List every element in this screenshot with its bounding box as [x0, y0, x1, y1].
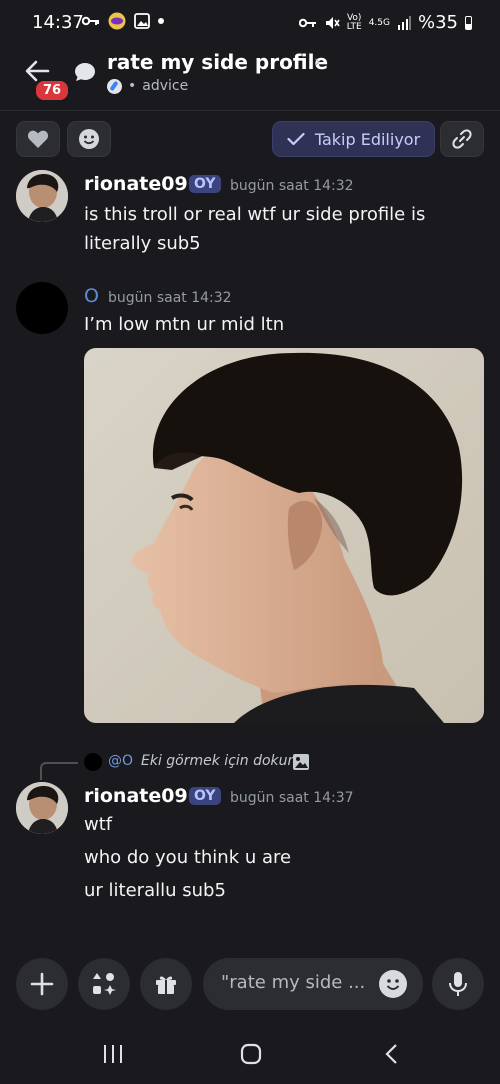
network-type: 4.5G [368, 17, 390, 28]
copy-link-button[interactable] [440, 121, 484, 157]
dot-icon [158, 18, 164, 24]
battery-percent: %35 [417, 12, 458, 33]
channel-header: 76 rate my side profile › • advice [0, 46, 500, 110]
reply-author: @O [108, 753, 134, 769]
apps-button[interactable] [78, 958, 130, 1010]
avatar[interactable] [16, 282, 68, 334]
following-label: Takip Ediliyor [314, 129, 421, 149]
gift-button[interactable] [140, 958, 192, 1010]
plus-icon [30, 972, 54, 996]
signal-icon [397, 15, 411, 30]
status-left-icons [82, 12, 164, 30]
vpn-key-icon [298, 18, 316, 27]
channel-subtitle: • advice [107, 78, 188, 94]
message-line: I’m low mtn ur mid ltn [84, 314, 285, 335]
battery-icon [465, 15, 472, 30]
apps-icon [93, 973, 116, 995]
voice-message-button[interactable] [432, 958, 484, 1010]
heart-icon [27, 130, 49, 148]
back-icon[interactable] [384, 1043, 398, 1065]
message-timestamp: bugün saat 14:32 [230, 178, 354, 194]
message[interactable]: rionate096 OY bugün saat 14:37 wtf who d… [0, 782, 500, 912]
server-tag: OY [189, 787, 221, 805]
add-reaction-button[interactable] [67, 121, 111, 157]
like-button[interactable] [16, 121, 60, 157]
link-icon [452, 129, 472, 149]
message-line: ur literallu sub5 [84, 880, 226, 901]
home-icon[interactable] [240, 1043, 262, 1065]
avatar[interactable] [16, 170, 68, 222]
app-notification-icon [108, 12, 126, 30]
channel-category: advice [142, 78, 189, 94]
compass-icon [107, 78, 122, 94]
message-author[interactable]: rionate096 [84, 785, 201, 807]
unread-badge: 76 [34, 79, 71, 102]
header-divider [0, 110, 500, 111]
add-attachment-button[interactable] [16, 958, 68, 1010]
message-timestamp: bugün saat 14:37 [230, 790, 354, 806]
checkmark-icon [287, 132, 305, 146]
recent-apps-icon[interactable] [102, 1044, 124, 1064]
system-nav-bar [0, 1030, 500, 1084]
message-line: is this troll or real wtf ur side profil… [84, 204, 426, 225]
following-button[interactable]: Takip Ediliyor [272, 121, 435, 157]
channel-title[interactable]: rate my side profile [107, 50, 328, 74]
message-line: literally sub5 [84, 233, 201, 254]
avatar-photo [16, 782, 68, 834]
message-composer: "rate my side ... [0, 958, 500, 1014]
status-right-icons: Vo) LTE 4.5G %35 [298, 12, 472, 33]
reply-reference[interactable]: @O Eki görmek için dokun [0, 750, 500, 780]
status-time: 14:37 [32, 12, 84, 33]
message[interactable]: rionate096 OY bugün saat 14:32 is this t… [0, 170, 500, 260]
side-profile-photo [84, 348, 484, 723]
avatar-photo [16, 170, 68, 222]
message-author[interactable]: O [84, 285, 99, 307]
action-row: Takip Ediliyor [0, 121, 500, 159]
message-line: wtf [84, 814, 113, 835]
message-timestamp: bugün saat 14:32 [108, 290, 232, 306]
message-input-placeholder: "rate my side ... [221, 972, 366, 993]
mute-icon [325, 16, 340, 29]
emoji-icon [79, 129, 99, 149]
image-icon [134, 13, 150, 29]
message-input[interactable]: "rate my side ... [203, 958, 423, 1010]
volte-indicator: Vo) LTE [346, 12, 362, 32]
image-attachment[interactable] [84, 348, 484, 723]
chevron-right-icon[interactable]: › [314, 52, 321, 72]
message-line: who do you think u are [84, 847, 292, 868]
reply-text: Eki görmek için dokun [141, 753, 297, 769]
avatar[interactable] [16, 782, 68, 834]
thread-icon [75, 63, 95, 81]
microphone-icon [449, 972, 467, 996]
message-author[interactable]: rionate096 [84, 173, 201, 195]
emoji-picker-button[interactable] [379, 970, 407, 998]
gift-icon [156, 976, 176, 994]
server-tag: OY [189, 175, 221, 193]
reply-connector [40, 762, 78, 780]
emoji-icon [386, 979, 400, 990]
key-icon [82, 16, 99, 26]
status-bar: 14:37 Vo) LTE 4.5G %35 [0, 0, 500, 46]
image-icon [293, 754, 309, 770]
reply-avatar [84, 753, 102, 771]
